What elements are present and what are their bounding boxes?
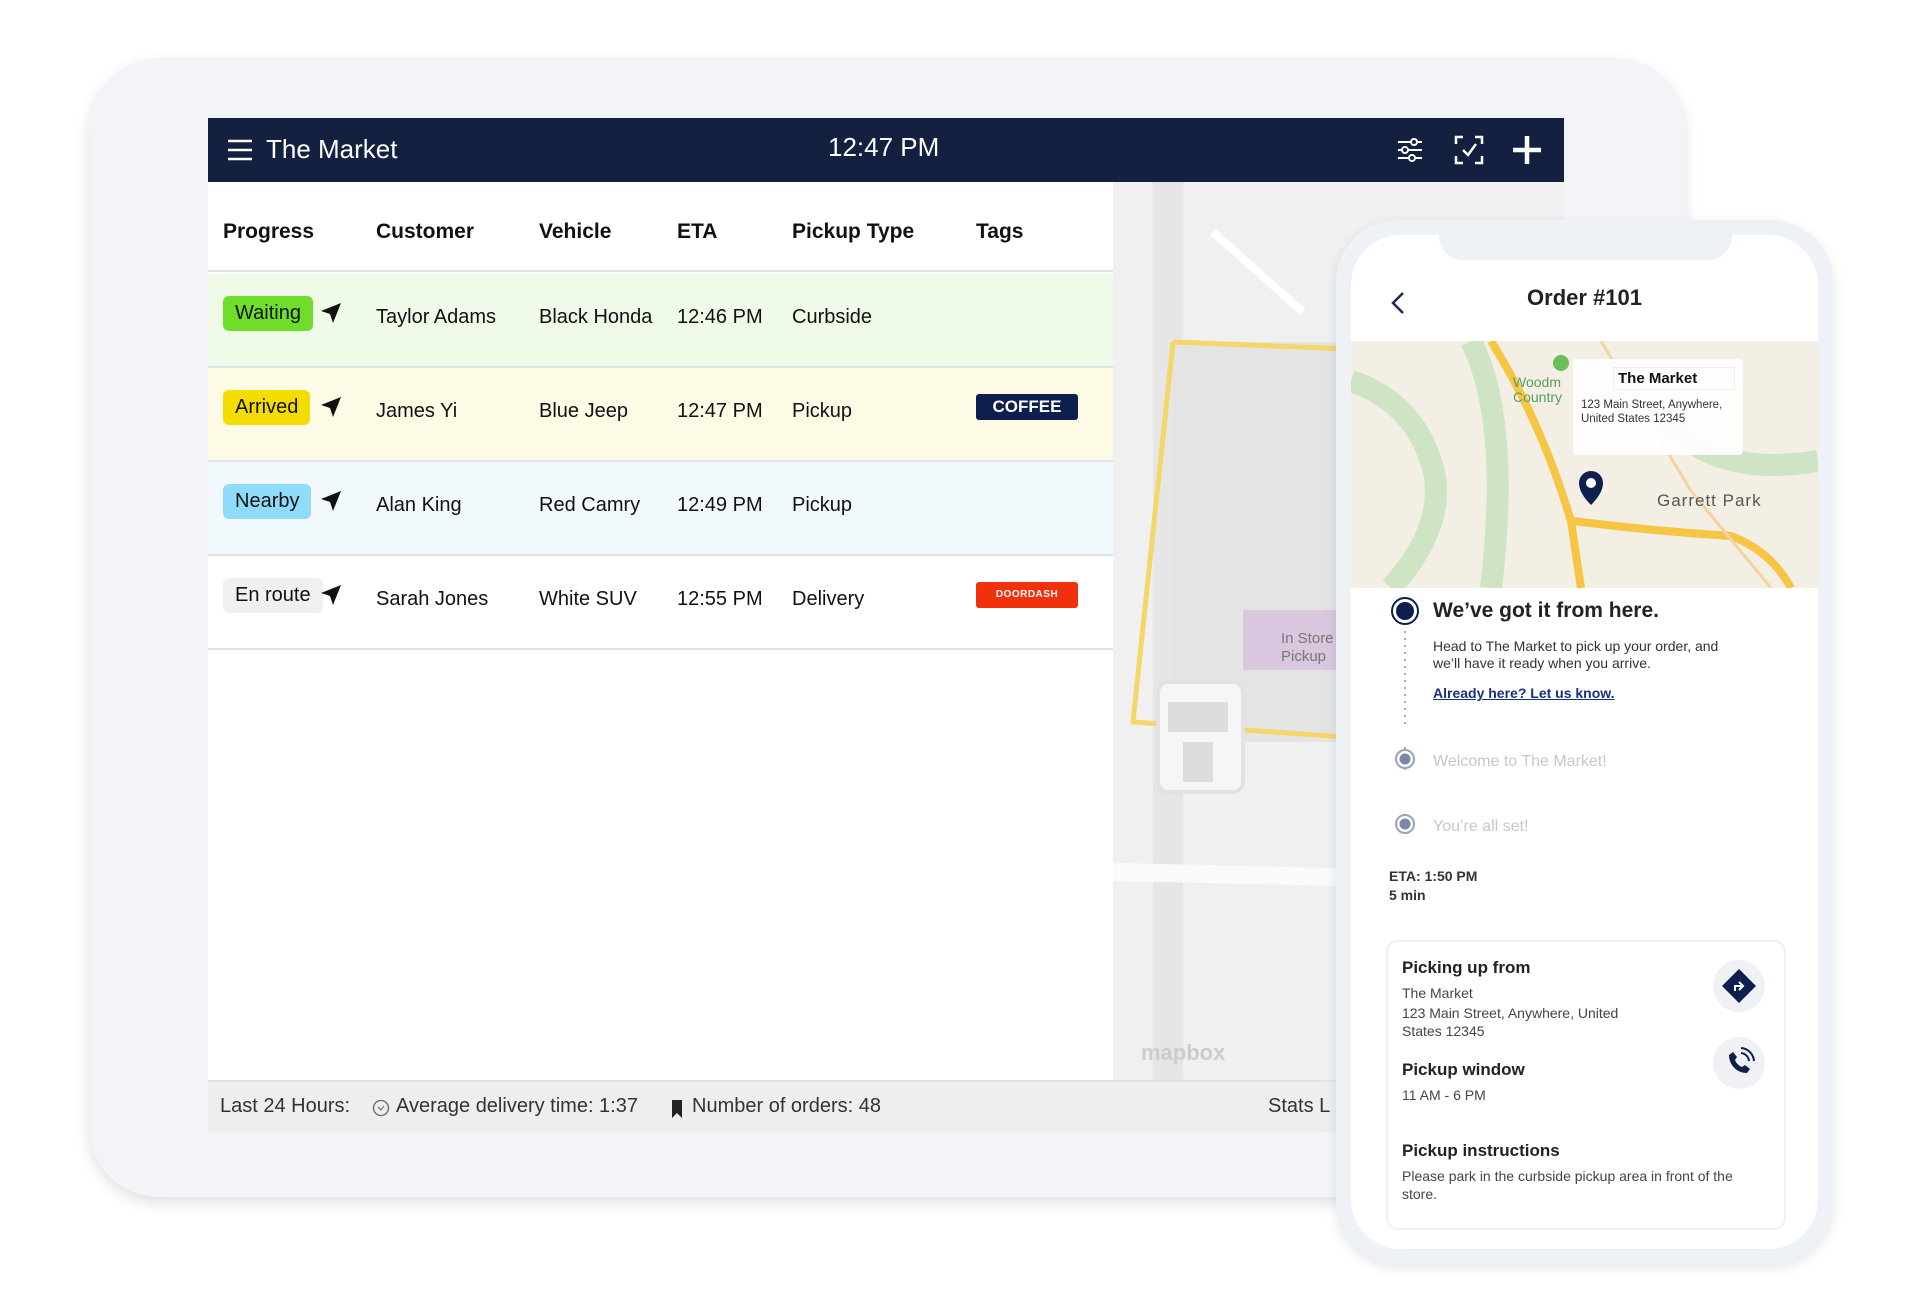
- store-callout: The Market 123 Main Street, Anywhere, Un…: [1573, 359, 1743, 455]
- directions-icon: [1722, 969, 1756, 1003]
- map-place-garrett-park: Garrett Park: [1657, 491, 1762, 510]
- column-vehicle[interactable]: Vehicle: [539, 220, 611, 244]
- step-description: Head to The Market to pick up your order…: [1433, 638, 1719, 671]
- pickup-instructions-label: Pickup instructions: [1402, 1141, 1560, 1160]
- order-count: Number of orders: 48: [692, 1095, 881, 1117]
- pickup-type: Pickup: [792, 400, 853, 422]
- pickup-type: Pickup: [792, 494, 853, 516]
- vehicle: Black Honda: [539, 306, 653, 328]
- eta: 12:55 PM: [677, 588, 763, 610]
- column-eta[interactable]: ETA: [677, 220, 717, 244]
- status-badge: Waiting: [223, 296, 313, 331]
- store-name: The Market: [1402, 985, 1473, 1001]
- stats-period: Last 24 Hours:: [220, 1095, 351, 1117]
- filter-sliders-icon[interactable]: [1392, 132, 1428, 168]
- pickup-window-label: Pickup window: [1402, 1060, 1525, 1079]
- step-welcome: Welcome to The Market!: [1433, 753, 1607, 770]
- pickup-details-card: Picking up from The Market 123 Main Stre…: [1386, 940, 1786, 1230]
- pickup-window-value: 11 AM - 6 PM: [1402, 1087, 1486, 1103]
- pickup-type: Curbside: [792, 306, 873, 328]
- navigation-arrow-icon: [321, 491, 341, 511]
- bookmark-icon: [672, 1100, 682, 1118]
- table-row[interactable]: En route Sarah Jones White SUV 12:55 PM …: [208, 556, 1113, 650]
- table-row[interactable]: Nearby Alan King Red Camry 12:49 PM Pick…: [208, 462, 1113, 556]
- scan-check-icon[interactable]: [1451, 132, 1487, 168]
- column-pickup-type[interactable]: Pickup Type: [792, 220, 914, 244]
- map-place-woodmont: Woodm Country: [1513, 374, 1563, 405]
- pickup-type: Delivery: [792, 588, 865, 610]
- navigation-arrow-icon: [321, 397, 341, 417]
- eta: 12:49 PM: [677, 494, 763, 516]
- vehicle: Blue Jeep: [539, 400, 628, 422]
- order-title: Order #101: [1527, 285, 1642, 310]
- app-title: The Market: [266, 134, 398, 164]
- phone-notch: [1439, 235, 1732, 260]
- table-row[interactable]: Arrived James Yi Blue Jeep 12:47 PM Pick…: [208, 368, 1113, 462]
- status-badge: Nearby: [223, 484, 312, 519]
- customer-name: Sarah Jones: [376, 588, 489, 610]
- vehicle: White SUV: [539, 588, 637, 610]
- eta: 12:47 PM: [677, 400, 763, 422]
- clock: 12:47 PM: [828, 132, 940, 162]
- store-address: 123 Main Street, Anywhere, United States…: [1402, 1005, 1619, 1039]
- already-here-link[interactable]: Already here? Let us know.: [1433, 685, 1615, 701]
- order-map[interactable]: Woodm Country Garrett Park The Market 12…: [1351, 341, 1818, 588]
- eta-time: ETA: 1:50 PM: [1389, 868, 1478, 884]
- avg-delivery-time: Average delivery time: 1:37: [396, 1095, 638, 1117]
- column-tags[interactable]: Tags: [976, 220, 1023, 244]
- callout-address: 123 Main Street, Anywhere, United States…: [1581, 399, 1723, 425]
- clock-icon: [372, 1099, 390, 1117]
- menu-icon[interactable]: [222, 132, 258, 168]
- picking-up-label: Picking up from: [1402, 958, 1531, 977]
- map-label: In Store Pickup: [1281, 630, 1334, 665]
- mapbox-attribution: mapbox: [1141, 1040, 1226, 1065]
- call-button[interactable]: [1713, 1037, 1765, 1089]
- customer-name: Alan King: [376, 494, 462, 516]
- column-customer[interactable]: Customer: [376, 220, 474, 244]
- vehicle: Red Camry: [539, 494, 641, 516]
- phone-call-icon: [1729, 1047, 1755, 1073]
- step-dot-icon: [1395, 749, 1415, 769]
- directions-button[interactable]: [1713, 960, 1765, 1012]
- golf-course-icon: [1553, 355, 1569, 371]
- orders-table: Progress Customer Vehicle ETA Pickup Typ…: [208, 182, 1113, 1080]
- callout-store-name: The Market: [1613, 367, 1735, 390]
- customer-name: Taylor Adams: [376, 306, 497, 328]
- app-header: The Market 12:47 PM: [208, 118, 1564, 182]
- stats-link[interactable]: Stats L: [1268, 1095, 1330, 1118]
- plus-icon[interactable]: [1509, 132, 1545, 168]
- pickup-instructions-value: Please park in the curbside pickup area …: [1402, 1168, 1733, 1202]
- tag-coffee: COFFEE: [976, 394, 1078, 420]
- tag-doordash: DOORDASH: [976, 582, 1078, 608]
- step-all-set: You’re all set!: [1433, 818, 1529, 835]
- customer-name: James Yi: [376, 400, 458, 422]
- eta-minutes: 5 min: [1389, 887, 1426, 903]
- phone-screen: Order #101 Woodm Country Garrett Park Th…: [1351, 235, 1818, 1249]
- status-badge: Arrived: [223, 390, 311, 425]
- phone-frame: Order #101 Woodm Country Garrett Park Th…: [1336, 220, 1833, 1264]
- navigation-arrow-icon: [321, 303, 341, 323]
- navigation-arrow-icon: [321, 585, 341, 605]
- eta: 12:46 PM: [677, 306, 763, 328]
- table-header: Progress Customer Vehicle ETA Pickup Typ…: [208, 182, 1113, 272]
- status-badge: En route: [223, 578, 323, 613]
- step-dot-icon: [1395, 814, 1415, 834]
- step-active: We’ve got it from here.: [1433, 599, 1659, 622]
- table-row[interactable]: Waiting Taylor Adams Black Honda 12:46 P…: [208, 274, 1113, 368]
- column-progress[interactable]: Progress: [223, 220, 314, 244]
